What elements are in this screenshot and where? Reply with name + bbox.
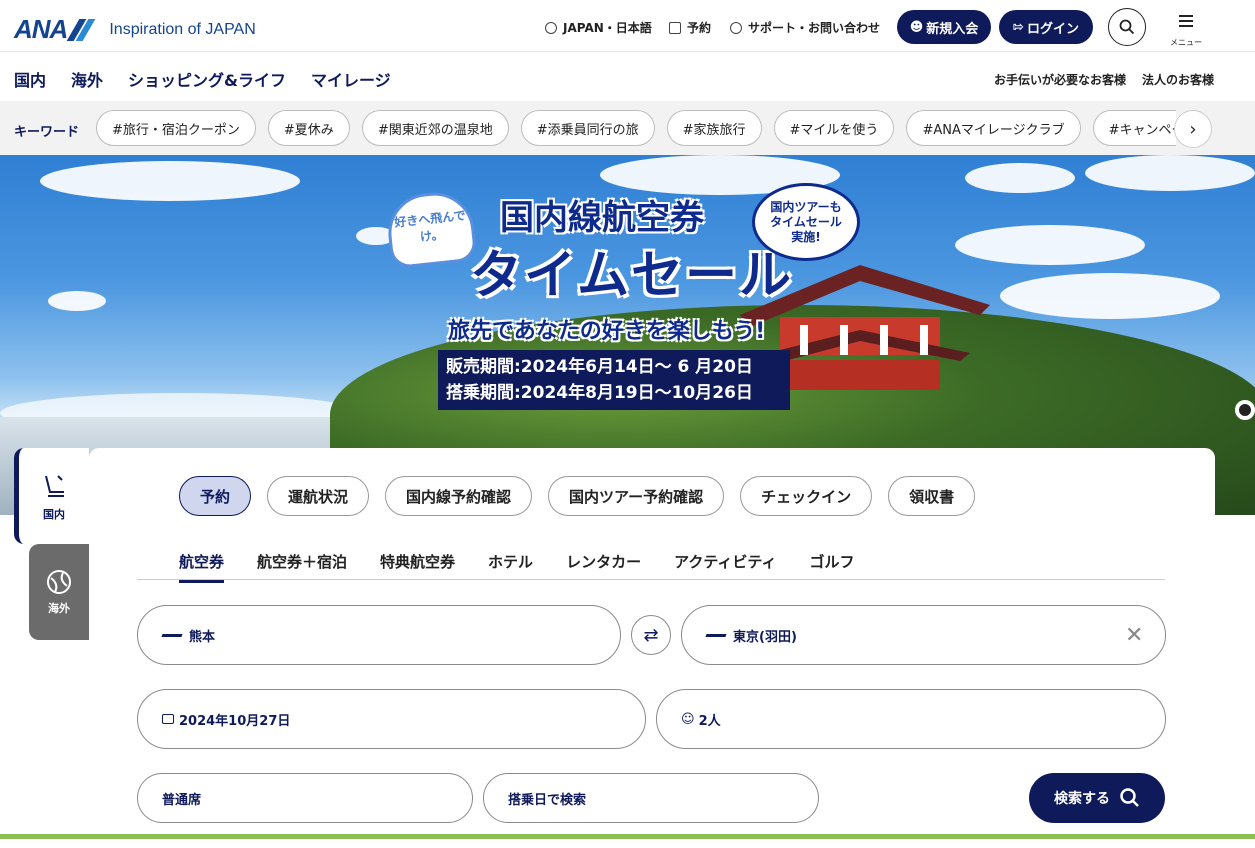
logo-tagline: Inspiration of JAPAN xyxy=(109,20,256,38)
logo-stripes-icon xyxy=(66,18,97,41)
search-button-label: 検索する xyxy=(1054,791,1110,807)
side-tab-domestic[interactable]: 国内 xyxy=(14,448,89,544)
globe-icon xyxy=(47,570,71,594)
banner-dates: 販売期間:2024年6月14日〜 6 月20日 搭乗期間:2024年8月19日〜… xyxy=(438,350,790,410)
keyword-chip[interactable]: #夏休み xyxy=(267,110,350,146)
support-link[interactable]: サポート・お問い合わせ xyxy=(730,19,880,36)
menu-button[interactable]: メニュー xyxy=(1168,12,1204,47)
search-button[interactable]: 検索する xyxy=(1029,773,1165,823)
chevron-right-icon: › xyxy=(1189,118,1197,140)
nav-assistance[interactable]: お手伝いが必要なお客様 xyxy=(994,71,1126,88)
header-search-button[interactable] xyxy=(1108,8,1146,46)
date-value: 2024年10月27日 xyxy=(179,713,291,729)
tab-receipt[interactable]: 領収書 xyxy=(888,476,976,516)
side-tab-international-label: 海外 xyxy=(48,602,70,615)
nav-mileage[interactable]: マイレージ xyxy=(311,67,391,91)
keyword-chip[interactable]: #キャンペーン xyxy=(1092,110,1176,146)
search-mode-value: 搭乗日で検索 xyxy=(508,792,587,808)
language-label: JAPAN・日本語 xyxy=(563,21,652,35)
keyword-next-button[interactable]: › xyxy=(1174,110,1212,148)
signup-label: 新規入会 xyxy=(926,21,979,37)
seat-class-select[interactable]: 普通席 xyxy=(137,773,473,823)
banner-speech-bubble: 国内ツアーも タイムセール 実施! xyxy=(752,183,860,261)
keyword-chip[interactable]: #家族旅行 xyxy=(666,110,762,146)
login-icon: ⇰ xyxy=(1013,19,1024,35)
reservation-link[interactable]: 予約 xyxy=(669,19,711,36)
plane-icon xyxy=(705,633,727,637)
seat-class-value: 普通席 xyxy=(162,792,202,808)
tab-checkin[interactable]: チェックイン xyxy=(740,476,873,516)
carousel-pause-button[interactable] xyxy=(1235,400,1255,420)
suki-heart-logo: 好きへ飛んでけ。 xyxy=(384,188,478,270)
seat-icon xyxy=(45,475,64,497)
chat-icon xyxy=(730,21,742,34)
passenger-field[interactable]: ☺ 2人 xyxy=(656,689,1166,749)
keyword-chip[interactable]: #マイルを使う xyxy=(773,110,895,146)
menu-label: メニュー xyxy=(1170,38,1202,47)
logo-text: ANA xyxy=(14,14,68,44)
tab-flight-status[interactable]: 運航状況 xyxy=(267,476,370,516)
globe-icon xyxy=(545,21,557,34)
login-label: ログイン xyxy=(1026,21,1079,37)
arrival-field[interactable]: 東京(羽田) xyxy=(681,605,1166,665)
reservation-label: 予約 xyxy=(687,21,712,35)
departure-value: 熊本 xyxy=(189,629,216,645)
tab-divider xyxy=(137,579,1165,580)
keyword-chip[interactable]: #ANAマイレージクラブ xyxy=(906,110,1081,146)
search-icon xyxy=(1119,19,1135,35)
plane-icon xyxy=(161,633,183,637)
keyword-bar: キーワード #旅行・宿泊クーポン #夏休み #関東近郊の温泉地 #添乗員同行の旅… xyxy=(0,101,1255,155)
login-button[interactable]: ⇰ ログイン xyxy=(999,10,1093,44)
tab-reservation[interactable]: 予約 xyxy=(179,476,252,516)
departure-field[interactable]: 熊本 xyxy=(137,605,621,665)
nav-corporate[interactable]: 法人のお客様 xyxy=(1142,71,1214,88)
calendar-icon xyxy=(162,714,174,724)
search-mode-select[interactable]: 搭乗日で検索 xyxy=(483,773,819,823)
support-label: サポート・お問い合わせ xyxy=(748,21,881,35)
swap-button[interactable]: ⇄ xyxy=(631,615,671,655)
ana-logo[interactable]: ANA Inspiration of JAPAN xyxy=(14,14,256,45)
bottom-accent-line xyxy=(0,834,1255,839)
hamburger-icon xyxy=(1179,15,1193,17)
passenger-value: 2人 xyxy=(698,713,721,729)
banner-main-text: タイムセール xyxy=(470,246,793,306)
nav-shopping[interactable]: ショッピング&ライフ xyxy=(128,67,286,91)
keyword-list: #旅行・宿泊クーポン #夏休み #関東近郊の温泉地 #添乗員同行の旅 #家族旅行… xyxy=(96,110,1176,146)
nav-domestic[interactable]: 国内 xyxy=(14,67,46,91)
date-field[interactable]: 2024年10月27日 xyxy=(137,689,646,749)
arrival-value: 東京(羽田) xyxy=(733,629,797,645)
calendar-icon xyxy=(669,21,681,34)
close-icon[interactable]: ✕ xyxy=(1125,623,1143,648)
swap-icon: ⇄ xyxy=(643,624,659,646)
search-icon xyxy=(1120,788,1139,807)
banner-title: 国内線航空券 xyxy=(500,198,704,238)
user-icon: ☻ xyxy=(909,19,924,35)
keyword-label: キーワード xyxy=(14,125,80,140)
side-tab-international[interactable]: 海外 xyxy=(29,544,89,640)
banner-subtitle: 旅先であなたの好きを楽しもう! xyxy=(448,319,766,344)
language-link[interactable]: JAPAN・日本語 xyxy=(545,19,652,36)
tab-domestic-booking-check[interactable]: 国内線予約確認 xyxy=(385,476,533,516)
signup-button[interactable]: ☻ 新規入会 xyxy=(897,10,991,44)
keyword-chip[interactable]: #関東近郊の温泉地 xyxy=(361,110,509,146)
sale-period: 販売期間:2024年6月14日〜 6 月20日 xyxy=(446,357,753,377)
side-tab-domestic-label: 国内 xyxy=(43,508,65,521)
flight-period: 搭乗期間:2024年8月19日〜10月26日 xyxy=(446,383,753,403)
nav-international[interactable]: 海外 xyxy=(71,67,103,91)
keyword-chip[interactable]: #旅行・宿泊クーポン xyxy=(96,110,256,146)
primary-tabs: 予約 運航状況 国内線予約確認 国内ツアー予約確認 チェックイン 領収書 xyxy=(179,476,976,516)
tab-tour-booking-check[interactable]: 国内ツアー予約確認 xyxy=(548,476,725,516)
passenger-icon: ☺ xyxy=(681,711,695,727)
top-header: ANA Inspiration of JAPAN JAPAN・日本語 予約 サポ… xyxy=(0,0,1255,52)
keyword-chip[interactable]: #添乗員同行の旅 xyxy=(520,110,655,146)
main-nav: 国内 海外 ショッピング&ライフ マイレージ お手伝いが必要なお客様 法人のお客… xyxy=(0,53,1255,101)
